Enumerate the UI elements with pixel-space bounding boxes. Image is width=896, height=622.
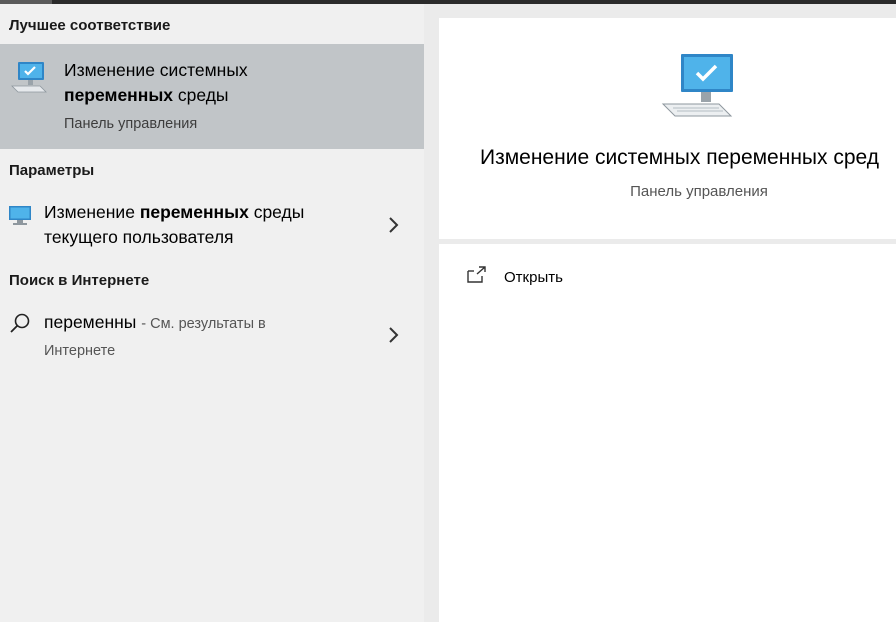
results-list: Лучшее соответствие Изменение системных … (0, 4, 424, 622)
open-action-label: Открыть (504, 269, 563, 286)
best-match-item[interactable]: Изменение системных переменных среды Пан… (0, 44, 424, 149)
settings-title-bold: переменных (139, 202, 249, 222)
chevron-right-icon[interactable] (386, 325, 400, 345)
web-result-text: переменны - См. результаты в Интернете (44, 310, 374, 364)
settings-title-prefix: Изменение (44, 202, 135, 222)
settings-result-item[interactable]: Изменение переменных среды текущего поль… (0, 200, 424, 258)
best-match-title-normal: Изменение системных (64, 60, 248, 80)
search-icon (10, 313, 30, 333)
monitor-settings-icon (9, 206, 31, 225)
best-match-title-tail: среды (177, 85, 229, 105)
open-external-icon (467, 266, 486, 283)
web-query: переменны (44, 312, 137, 332)
detail-card: Изменение системных переменных сред Пане… (439, 18, 896, 239)
best-match-title-bold: переменных (64, 85, 173, 105)
settings-title-line2: текущего пользователя (44, 227, 234, 247)
settings-result-text: Изменение переменных среды текущего поль… (44, 200, 374, 250)
monitor-check-icon (11, 62, 47, 93)
open-action[interactable]: Открыть (467, 262, 667, 292)
web-result-item[interactable]: переменны - См. результаты в Интернете (0, 310, 424, 368)
web-hint: - См. результаты в (141, 316, 266, 332)
section-web-header: Поиск в Интернете (9, 272, 150, 289)
detail-title: Изменение системных переменных сред (480, 146, 880, 169)
detail-actions: Открыть (439, 244, 896, 622)
best-match-title: Изменение системных переменных среды (64, 58, 404, 108)
detail-subtitle: Панель управления (630, 183, 768, 200)
section-settings-header: Параметры (9, 162, 95, 179)
section-best-match-header: Лучшее соответствие (9, 17, 171, 34)
monitor-check-icon (661, 54, 733, 117)
best-match-subtitle: Панель управления (64, 116, 198, 132)
settings-title-suffix: среды (253, 202, 305, 222)
chevron-right-icon[interactable] (386, 215, 400, 235)
web-hint-line2: Интернете (44, 343, 116, 359)
